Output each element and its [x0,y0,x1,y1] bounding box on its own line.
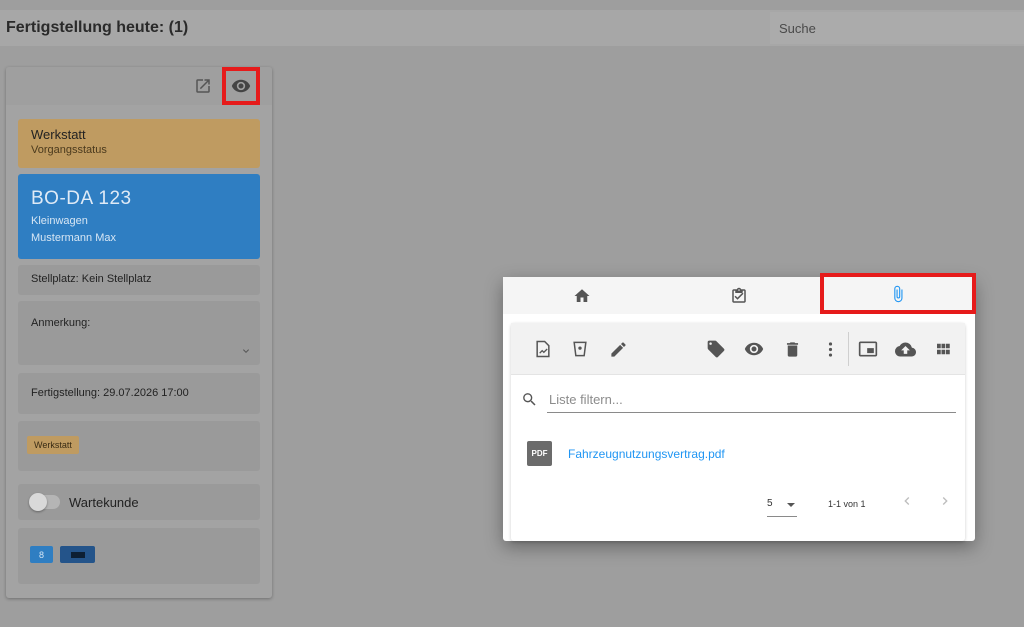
id-badge[interactable] [60,546,95,563]
vehicle-type: Kleinwagen [31,215,88,227]
ocr-button[interactable] [568,337,592,361]
eye-icon [231,79,251,93]
grid-icon [937,343,950,355]
paperclip-icon [894,285,903,302]
dropdown-arrow-icon [787,503,795,507]
file-link[interactable]: Fahrzeugnutzungsvertrag.pdf [568,447,725,461]
view-button[interactable] [742,337,766,361]
delete-button[interactable] [780,337,804,361]
tab-tasks[interactable] [660,277,817,314]
tab-home[interactable] [503,277,660,314]
status-tag[interactable]: Werkstatt [27,436,79,454]
parking-field[interactable]: Stellplatz: Kein Stellplatz [18,265,260,295]
chevron-left-icon [904,497,910,505]
toolbar-divider [848,332,849,366]
filter-row [521,385,957,415]
attachments-dialog: PDF Fahrzeugnutzungsvertrag.pdf 5 1-1 vo… [503,273,976,541]
remark-field[interactable]: Anmerkung: [18,301,260,365]
search-input[interactable] [770,12,1024,44]
page-title: Fertigstellung heute: (1) [6,19,189,36]
page-size-select[interactable]: 5 [767,495,797,517]
picture-in-picture-icon [858,341,878,357]
toggle-switch[interactable] [29,493,60,511]
upload-button[interactable] [893,337,917,361]
license-plate: BO-DA 123 [31,188,132,209]
file-list-item: PDF [527,441,552,466]
vehicle-block[interactable]: BO-DA 123 Kleinwagen Mustermann Max [18,174,260,259]
edit-button[interactable] [606,337,630,361]
order-card: Werkstatt Vorgangsstatus BO-DA 123 Klein… [6,67,272,598]
page-size-value: 5 [767,498,773,509]
cup-icon [573,341,587,357]
attachments-panel: PDF Fahrzeugnutzungsvertrag.pdf 5 1-1 vo… [511,323,965,541]
file-chart-icon [536,340,550,358]
pencil-icon [610,341,626,357]
picture-in-picture-button[interactable] [856,337,880,361]
open-external-button[interactable] [192,75,214,97]
toggle-knob [29,493,47,511]
tag-block: Werkstatt [18,421,260,471]
remark-label: Anmerkung: [31,317,91,329]
dialog-tabs [503,273,976,314]
waiting-customer-toggle[interactable]: Wartekunde [18,484,260,520]
trash-icon [786,341,798,357]
owner-name: Mustermann Max [31,232,116,244]
id-badge-mark [70,551,85,558]
attachments-toolbar [511,323,965,375]
search-icon [523,393,536,406]
status-block[interactable]: Werkstatt Vorgangsstatus [18,119,260,168]
clipboard-check-icon [731,287,746,303]
preview-button[interactable] [222,67,260,105]
cloud-upload-icon [894,342,916,356]
home-icon [574,288,589,302]
count-badge[interactable]: 8 [30,546,53,563]
chips-block: 8 [18,528,260,584]
chevron-down-icon[interactable] [240,345,252,357]
previous-page-button[interactable] [895,489,919,513]
finish-date-field[interactable]: Fertigstellung: 29.07.2026 17:00 [18,373,260,414]
filter-input[interactable] [547,387,956,413]
pdf-file-icon: PDF [527,441,552,466]
more-button[interactable] [818,337,842,361]
page-range-label: 1-1 von 1 [828,499,866,509]
insert-chart-button[interactable] [531,337,555,361]
status-subtitle: Vorgangsstatus [31,144,107,156]
tab-attachments[interactable] [820,273,976,314]
tag-button[interactable] [704,337,728,361]
open-external-icon [196,79,210,93]
eye-icon [744,342,764,356]
chevron-right-icon [942,497,948,505]
toggle-label: Wartekunde [69,494,139,510]
grid-view-button[interactable] [931,337,955,361]
status-title: Werkstatt [31,127,86,142]
next-page-button[interactable] [933,489,957,513]
tag-icon [707,340,725,358]
more-vert-icon [828,341,832,357]
